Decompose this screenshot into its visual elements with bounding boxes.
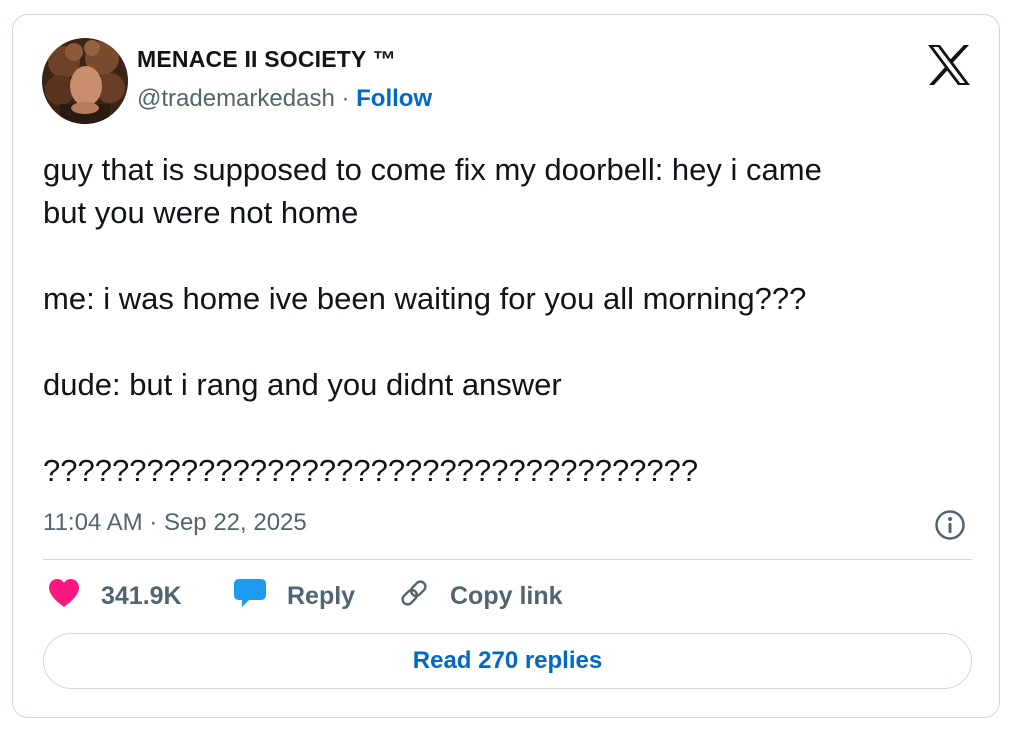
read-replies-label: Read 270 replies — [412, 647, 603, 674]
avatar[interactable] — [42, 38, 128, 124]
like-count: 341.9K — [101, 581, 182, 610]
follow-button[interactable]: Follow — [356, 85, 432, 112]
heart-icon — [47, 578, 81, 615]
tweet-card: MENACE II SOCIETY ™ @trademarkedash · Fo… — [12, 14, 1000, 718]
read-replies-button[interactable]: Read 270 replies — [43, 633, 972, 689]
timestamp[interactable]: 11:04 AM · Sep 22, 2025 — [43, 509, 307, 537]
copy-link-button[interactable]: Copy link — [398, 577, 563, 615]
speech-bubble-icon — [233, 577, 267, 616]
x-logo-icon[interactable] — [927, 45, 971, 85]
separator: · — [334, 85, 357, 112]
divider — [43, 559, 972, 560]
display-name[interactable]: MENACE II SOCIETY ™ — [137, 46, 396, 73]
link-icon — [398, 577, 430, 616]
avatar-image — [42, 38, 128, 124]
handle[interactable]: @trademarkedash — [137, 85, 335, 112]
info-icon[interactable] — [934, 509, 966, 541]
handle-row: @trademarkedash · Follow — [137, 85, 432, 113]
reply-button[interactable]: Reply — [233, 577, 355, 615]
copy-link-label: Copy link — [450, 581, 563, 610]
like-button[interactable]: 341.9K — [47, 577, 182, 615]
tweet-text: guy that is supposed to come fix my door… — [43, 152, 822, 488]
reply-label: Reply — [287, 581, 356, 610]
